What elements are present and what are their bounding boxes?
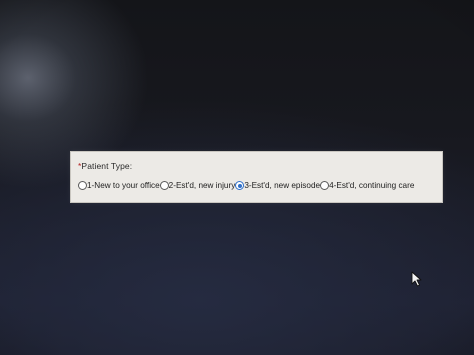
mouse-pointer-icon	[411, 271, 422, 287]
radio-button-continuing-care[interactable]	[320, 181, 330, 190]
patient-type-option-continuing-care[interactable]: 4-Est'd, continuing care	[320, 181, 414, 190]
radio-button-new-episode[interactable]	[235, 181, 245, 190]
patient-type-option-new-to-office[interactable]: 1-New to your office	[78, 181, 160, 190]
patient-type-label-text: Patient Type:	[81, 161, 133, 171]
patient-type-radio-group: 1-New to your office 2-Est'd, new injury…	[78, 181, 414, 190]
patient-type-label: *Patient Type:	[78, 161, 132, 171]
patient-type-option-new-injury[interactable]: 2-Est'd, new injury	[159, 181, 236, 190]
patient-type-panel: *Patient Type: 1-New to your office 2-Es…	[70, 151, 443, 203]
radio-button-new-to-office[interactable]	[78, 181, 87, 190]
radio-button-new-injury[interactable]	[159, 181, 169, 190]
option-label-new-episode[interactable]: 3-Est'd, new episode	[244, 181, 320, 190]
option-label-continuing-care[interactable]: 4-Est'd, continuing care	[329, 181, 414, 190]
patient-type-option-new-episode[interactable]: 3-Est'd, new episode	[235, 181, 320, 190]
option-label-new-to-office[interactable]: 1-New to your office	[87, 181, 160, 190]
option-label-new-injury[interactable]: 2-Est'd, new injury	[169, 181, 236, 190]
